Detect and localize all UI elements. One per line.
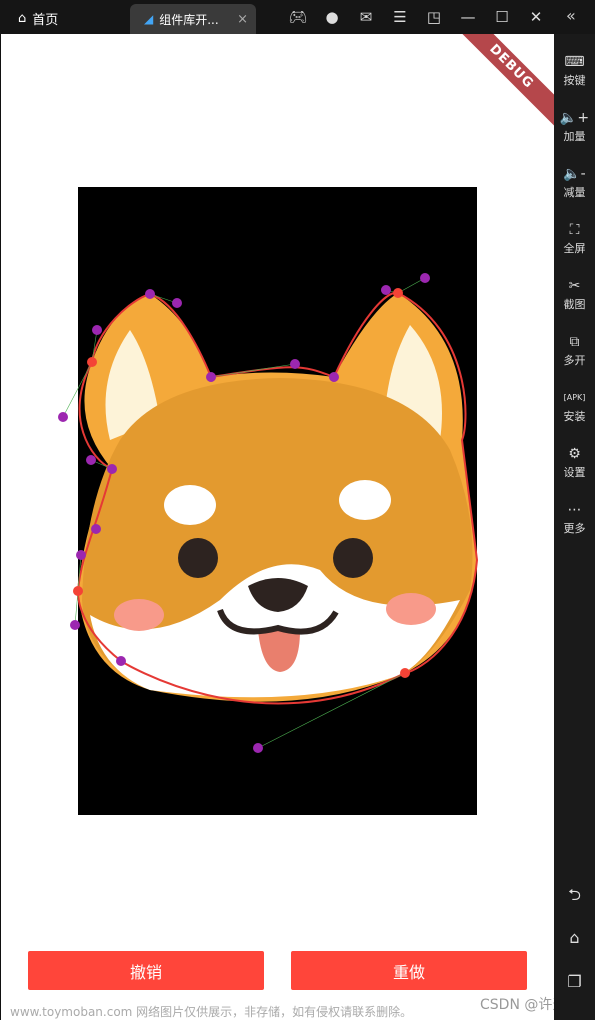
volume-down-icon: 🔈- bbox=[563, 166, 586, 182]
anchor-point[interactable] bbox=[400, 668, 410, 678]
anchor-point[interactable] bbox=[73, 586, 83, 596]
redo-button[interactable]: 重做 bbox=[291, 951, 527, 990]
multi-instance-icon: ⧉ bbox=[569, 334, 580, 350]
control-point[interactable] bbox=[329, 372, 339, 382]
sidebar-item-multi[interactable]: ⧉ 多开 bbox=[554, 332, 595, 368]
control-point[interactable] bbox=[253, 743, 263, 753]
control-point[interactable] bbox=[107, 464, 117, 474]
sidebar-item-fullscreen[interactable]: ⛶ 全屏 bbox=[554, 220, 595, 256]
watermark-text: www.toymoban.com 网络图片仅供展示，非存储，如有侵权请联系删除。 bbox=[10, 1005, 413, 1019]
sidebar-item-install[interactable]: [APK] 安装 bbox=[554, 388, 595, 424]
control-point[interactable] bbox=[92, 325, 102, 335]
sidebar-item-volume-down[interactable]: 🔈- 减量 bbox=[554, 164, 595, 200]
fullscreen-icon: ⛶ bbox=[569, 222, 580, 238]
sidebar-item-screenshot[interactable]: ✂ 截图 bbox=[554, 276, 595, 312]
sidebar-item-settings[interactable]: ⚙ 设置 bbox=[554, 444, 595, 480]
control-point[interactable] bbox=[58, 412, 68, 422]
anchor-point[interactable] bbox=[393, 288, 403, 298]
sidebar-item-volume-up[interactable]: 🔈+ 加量 bbox=[554, 108, 595, 144]
sidebar-item-more[interactable]: ⋯ 更多 bbox=[554, 500, 595, 536]
sidebar-item-keys[interactable]: ⌨ 按键 bbox=[554, 52, 595, 88]
volume-up-icon: 🔈+ bbox=[559, 110, 590, 126]
bezier-editor-canvas[interactable] bbox=[0, 0, 595, 1020]
control-point[interactable] bbox=[70, 620, 80, 630]
control-point[interactable] bbox=[145, 289, 155, 299]
scissors-icon: ✂ bbox=[568, 278, 581, 294]
home-nav-icon[interactable]: ⌂ bbox=[554, 928, 595, 947]
control-point[interactable] bbox=[91, 524, 101, 534]
anchor-point[interactable] bbox=[87, 357, 97, 367]
control-point[interactable] bbox=[206, 372, 216, 382]
more-icon: ⋯ bbox=[567, 502, 582, 518]
control-point[interactable] bbox=[76, 550, 86, 560]
control-point[interactable] bbox=[420, 273, 430, 283]
control-point[interactable] bbox=[116, 656, 126, 666]
control-point[interactable] bbox=[290, 359, 300, 369]
settings-icon: ⚙ bbox=[568, 446, 581, 462]
control-point[interactable] bbox=[172, 298, 182, 308]
control-point[interactable] bbox=[381, 285, 391, 295]
emulator-sidebar: ⌨ 按键 🔈+ 加量 🔈- 减量 ⛶ 全屏 ✂ 截图 ⧉ 多开 [APK] 安装 ⚙ 设置 ⋯ 更… bbox=[554, 34, 595, 1020]
control-point[interactable] bbox=[86, 455, 96, 465]
recents-icon[interactable]: ❐ bbox=[554, 972, 595, 991]
keyboard-icon: ⌨ bbox=[564, 54, 585, 70]
back-icon[interactable]: ⮌ bbox=[554, 884, 595, 911]
undo-button[interactable]: 撤销 bbox=[28, 951, 264, 990]
apk-install-icon: [APK] bbox=[563, 393, 586, 402]
